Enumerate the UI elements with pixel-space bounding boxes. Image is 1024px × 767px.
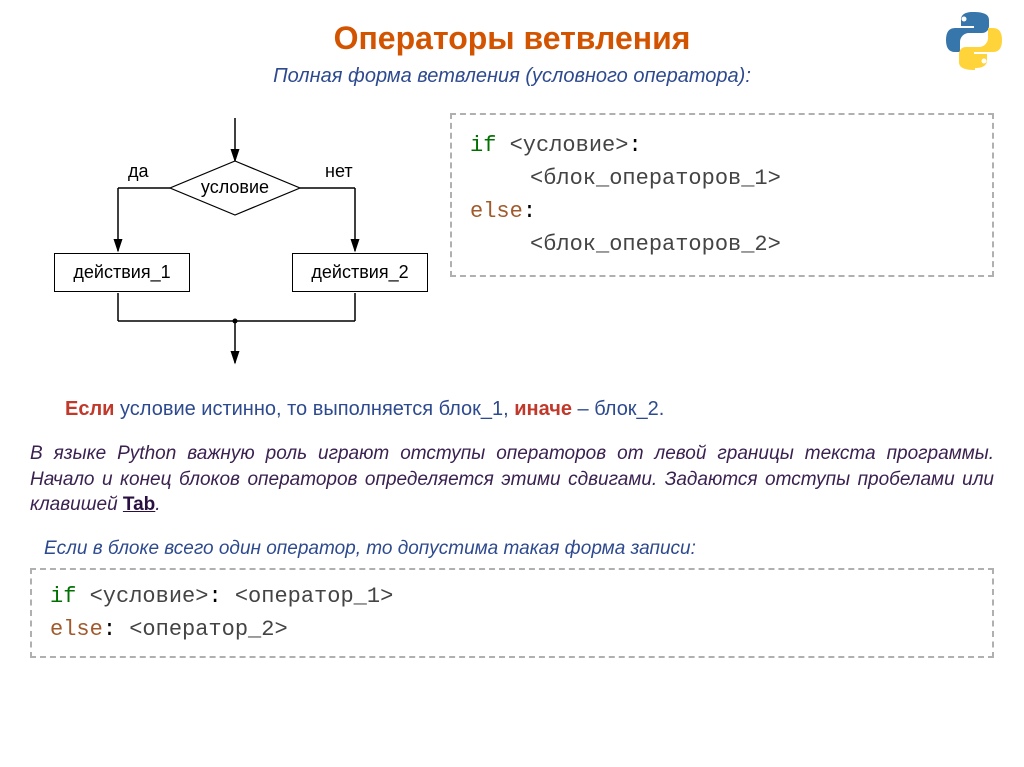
explain-condition: Если условие истинно, то выполняется бло… [65,398,994,421]
if-keyword: if [470,133,496,158]
python-logo-icon [942,8,1006,72]
subtitle: Полная форма ветвления (условного операт… [30,65,994,88]
block1-placeholder: <блок_операторов_1> [530,166,781,191]
block2-placeholder: <блок_операторов_2> [530,232,781,257]
yes-label: да [128,161,149,182]
action2-box: действия_2 [292,253,428,292]
explain-short-form: Если в блоке всего один оператор, то доп… [44,538,994,560]
no-label: нет [325,161,353,182]
code-block-full: if <условие>: <блок_операторов_1> else: … [450,113,994,277]
else-keyword: else [470,199,523,224]
page-title: Операторы ветвления [30,20,994,57]
condition-placeholder: <условие> [510,133,629,158]
flowchart: условие да нет действия_1 действия_2 [30,113,420,373]
condition-label: условие [195,177,275,198]
code-block-short: if <условие>: <оператор_1> else: <операт… [30,568,994,658]
action1-box: действия_1 [54,253,190,292]
else-keyword-2: else [50,617,103,642]
explain-indent: В языке Python важную роль играют отступ… [30,441,994,518]
if-keyword-2: if [50,584,76,609]
